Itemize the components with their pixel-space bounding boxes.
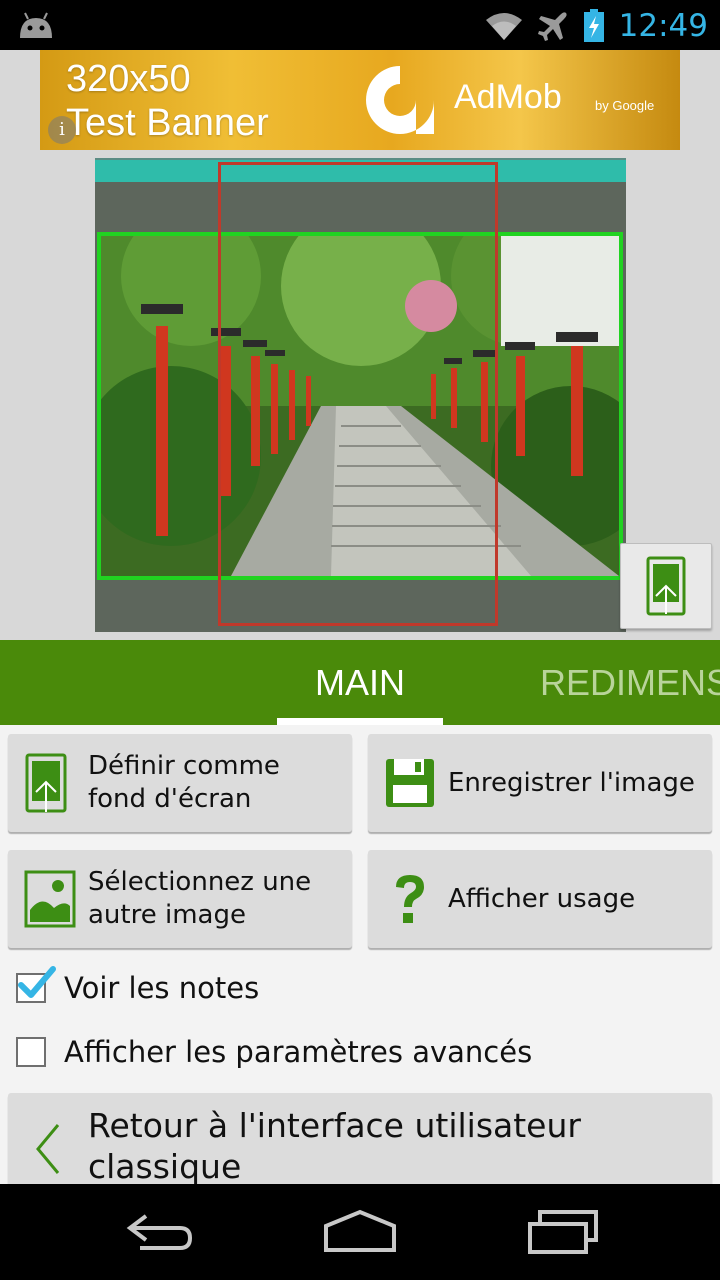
advanced-settings-label: Afficher les paramètres avancés (64, 1035, 533, 1069)
set-wallpaper-button[interactable]: Définir comme fond d'écran (8, 734, 352, 832)
ad-banner-line1: 320x50 (66, 58, 191, 100)
select-image-button[interactable]: Sélectionnez une autre image (8, 850, 352, 948)
classic-ui-label: Retour à l'interface utilisateur classiq… (88, 1106, 581, 1186)
quick-set-wallpaper-button[interactable] (620, 543, 712, 629)
tab-indicator (277, 718, 443, 725)
ad-banner[interactable]: 320x50 Test Banner i AdMob by Google (40, 50, 680, 150)
android-icon (20, 12, 52, 38)
show-usage-label: Afficher usage (448, 883, 636, 914)
ad-area: 320x50 Test Banner i AdMob by Google (0, 50, 720, 150)
status-bar: 12:49 (0, 0, 720, 50)
navigation-bar (0, 1184, 720, 1280)
checkmark-icon (18, 966, 56, 998)
recents-icon[interactable] (526, 1208, 600, 1256)
set-wallpaper-label: Définir comme fond d'écran (88, 751, 280, 814)
save-disk-icon (386, 759, 434, 807)
ad-info-icon[interactable]: i (48, 116, 76, 144)
set-wallpaper-icon (646, 556, 686, 616)
chevron-left-icon (36, 1124, 60, 1174)
help-question-icon (396, 875, 424, 923)
back-icon[interactable] (124, 1208, 196, 1256)
home-icon[interactable] (322, 1208, 398, 1256)
crop-frame[interactable] (218, 162, 498, 626)
checkbox-box[interactable] (16, 1037, 46, 1067)
set-wallpaper-icon (25, 753, 67, 813)
show-notes-checkbox[interactable]: Voir les notes (16, 966, 260, 1005)
admob-logo-icon (366, 66, 434, 134)
ad-banner-line2: Test Banner (66, 102, 269, 144)
save-image-button[interactable]: Enregistrer l'image (368, 734, 712, 832)
show-usage-button[interactable]: Afficher usage (368, 850, 712, 948)
advanced-settings-checkbox[interactable]: Afficher les paramètres avancés (16, 1035, 532, 1069)
image-icon (24, 870, 76, 928)
save-image-label: Enregistrer l'image (448, 767, 695, 798)
tab-bar: MAIN REDIMENS (0, 640, 720, 725)
preview-screen (95, 158, 626, 632)
tab-resize[interactable]: REDIMENS (540, 662, 720, 704)
show-notes-label: Voir les notes (64, 971, 260, 1005)
tab-main-label: MAIN (315, 662, 405, 703)
wallpaper-preview (0, 150, 720, 640)
ad-byline: by Google (595, 98, 655, 113)
airplane-icon (537, 12, 567, 42)
battery-charging-icon (583, 9, 604, 42)
select-image-label: Sélectionnez une autre image (88, 867, 312, 930)
status-clock: 12:49 (618, 8, 708, 44)
wifi-icon (485, 13, 522, 40)
main-content: Définir comme fond d'écran Enregistrer l… (0, 725, 720, 1203)
tab-main[interactable]: MAIN (277, 640, 443, 725)
checkbox-box[interactable] (16, 966, 56, 1003)
ad-brand: AdMob (454, 78, 562, 116)
